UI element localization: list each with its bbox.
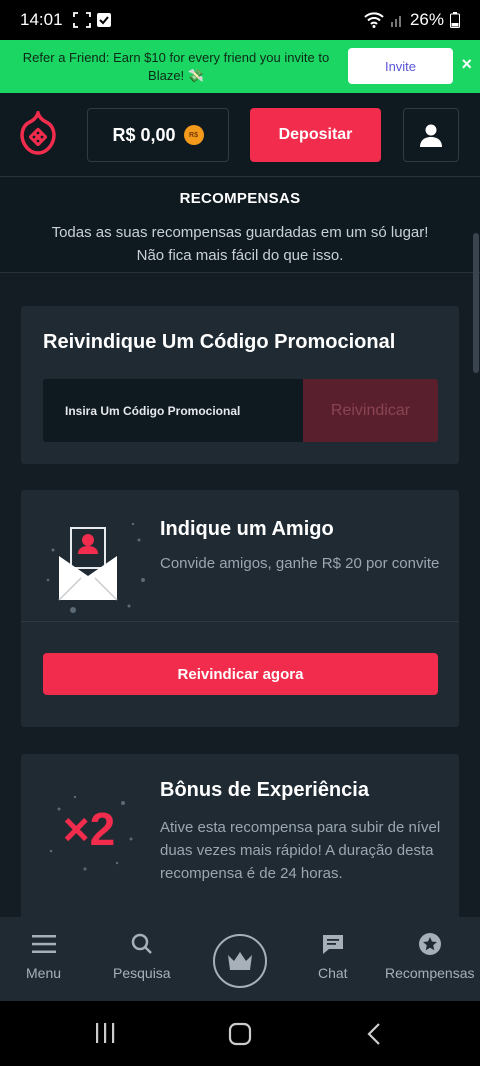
scrollbar[interactable]	[473, 233, 479, 373]
nav-item-home[interactable]	[213, 934, 267, 988]
friend-card-description: Convide amigos, ganhe R$ 20 por convite	[160, 555, 440, 572]
recent-apps-icon[interactable]	[94, 1022, 116, 1044]
back-icon[interactable]	[366, 1022, 382, 1046]
nav-label: Menu	[26, 965, 62, 981]
claim-promo-button[interactable]: Reivindicar	[303, 379, 438, 442]
signal-icon	[390, 16, 401, 27]
friend-card-title: Indique um Amigo	[160, 518, 334, 540]
search-icon	[131, 931, 153, 957]
xp-card-description: Ative esta recompensa para subir de níve…	[160, 819, 441, 882]
checkbox-icon	[96, 13, 111, 27]
battery-percent: 26%	[409, 10, 444, 29]
balance-amount: R$ 0,00	[112, 124, 176, 145]
balance-display[interactable]: R$ 0,00 R$	[87, 108, 229, 162]
invite-button[interactable]: Invite	[348, 48, 453, 84]
claim-now-button[interactable]: Reivindicar agora	[43, 653, 438, 695]
nav-item-rewards[interactable]: Recompensas	[385, 931, 475, 981]
nav-label: Pesquisa	[113, 965, 171, 981]
blaze-logo[interactable]	[20, 107, 56, 155]
nav-label: Recompensas	[385, 965, 475, 981]
hamburger-icon	[31, 931, 56, 957]
multiplier-badge: ×2	[39, 779, 139, 879]
home-icon[interactable]	[228, 1022, 252, 1046]
battery-icon	[450, 12, 460, 28]
wifi-icon	[364, 12, 384, 28]
nav-item-menu[interactable]: Menu	[26, 931, 61, 981]
screenshot-icon	[72, 12, 91, 28]
nav-item-search[interactable]: Pesquisa	[113, 931, 171, 981]
star-icon	[418, 931, 442, 957]
xp-card-title: Bônus de Experiência	[160, 779, 369, 801]
divider	[21, 621, 459, 622]
coin-icon: R$	[183, 125, 204, 145]
status-bar: 14:01 26%	[0, 0, 480, 40]
bottom-nav: Menu Pesquisa Chat Recompensas	[0, 917, 480, 1001]
chat-icon	[322, 931, 344, 957]
xp-bonus-card: ×2 Bônus de Experiência Ative esta recom…	[21, 754, 459, 934]
referral-banner: Refer a Friend: Earn $10 for every frien…	[0, 40, 480, 93]
user-profile-button[interactable]	[403, 108, 459, 162]
crown-icon	[228, 952, 252, 970]
system-nav-bar	[0, 1001, 480, 1066]
nav-label: Chat	[318, 965, 348, 981]
deposit-button[interactable]: Depositar	[250, 108, 381, 162]
nav-item-chat[interactable]: Chat	[318, 931, 348, 981]
referral-banner-text: Refer a Friend: Earn $10 for every frien…	[22, 49, 330, 83]
promo-card-title: Reivindique Um Código Promocional	[43, 331, 396, 353]
promo-code-card: Reivindique Um Código Promocional Insira…	[21, 306, 459, 464]
rewards-description: Todas as suas recompensas guardadas em u…	[51, 224, 429, 264]
status-time: 14:01	[20, 10, 63, 29]
user-icon	[420, 124, 442, 147]
page-title: RECOMPENSAS	[179, 190, 301, 207]
promo-code-input[interactable]: Insira Um Código Promocional	[43, 379, 303, 442]
rewards-header: RECOMPENSAS Todas as suas recompensas gu…	[0, 178, 480, 273]
svg-text:×2: ×2	[63, 803, 115, 855]
close-icon[interactable]: ×	[461, 54, 472, 75]
envelope-icon	[43, 510, 153, 620]
top-header: R$ 0,00 R$ Depositar	[0, 93, 480, 177]
refer-friend-card: Indique um Amigo Convide amigos, ganhe R…	[21, 490, 459, 727]
